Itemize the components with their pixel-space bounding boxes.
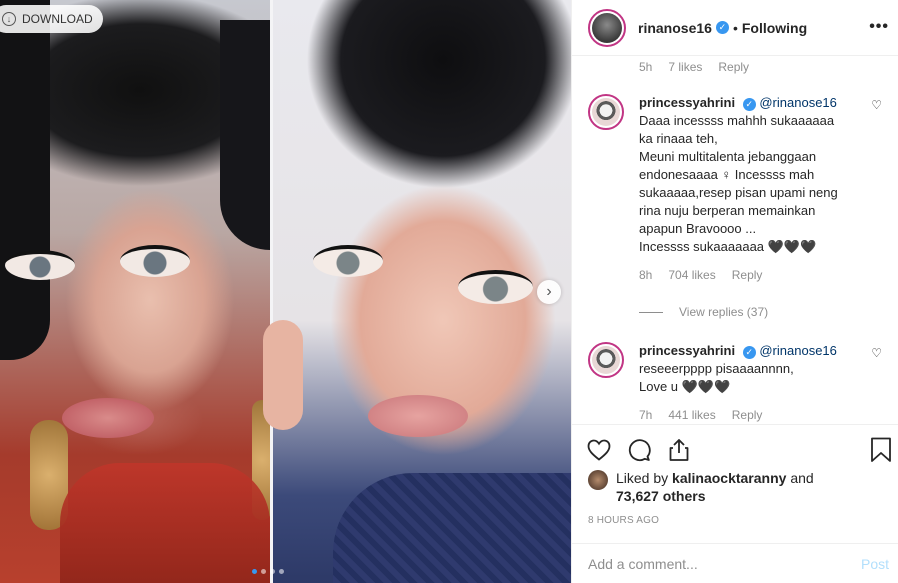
liked-by-prefix: Liked by xyxy=(616,470,669,486)
comment-text: Daaa incessss mahhh sukaaaaaa ka rinaaa … xyxy=(639,113,838,254)
lips-shape xyxy=(62,398,154,438)
eye-shape xyxy=(5,250,75,280)
dress-shape xyxy=(60,463,270,583)
comment-time: 5h xyxy=(639,60,653,74)
comment-likes[interactable]: 704 likes xyxy=(668,266,715,284)
carousel-next-button[interactable]: › xyxy=(537,280,561,304)
post-comment-button[interactable]: Post xyxy=(861,556,889,572)
commenter-avatar[interactable] xyxy=(588,94,624,130)
download-label: DOWNLOAD xyxy=(22,12,93,26)
add-comment-bar: Post xyxy=(572,543,898,583)
bookmark-icon[interactable] xyxy=(868,437,894,463)
verified-badge-icon: ✓ xyxy=(715,21,729,34)
likes-summary: Liked by kalinaocktaranny and 73,627 oth… xyxy=(588,469,814,505)
view-replies-label: View replies (37) xyxy=(679,305,769,319)
download-icon: ↓ xyxy=(2,12,16,26)
photo-right-woman xyxy=(263,0,571,583)
likes-count[interactable]: 73,627 others xyxy=(616,488,706,504)
reply-button[interactable]: Reply xyxy=(718,60,749,74)
verified-badge-icon: ✓ xyxy=(742,345,756,359)
post-header: rinanose16 ✓ • Following ••• xyxy=(572,0,898,56)
photo-left-woman xyxy=(0,0,280,583)
reply-button[interactable]: Reply xyxy=(732,406,763,424)
commenter-username[interactable]: princessyahrini xyxy=(639,343,735,358)
comment-likes[interactable]: 441 likes xyxy=(668,406,715,424)
following-button[interactable]: Following xyxy=(742,20,807,36)
comment-meta: 8h 704 likes Reply xyxy=(639,266,864,284)
commenter-username[interactable]: princessyahrini xyxy=(639,95,735,110)
lips-shape xyxy=(368,395,468,437)
hand-shape xyxy=(263,320,303,430)
liker-username[interactable]: kalinaocktaranny xyxy=(672,470,786,486)
verified-badge-icon: ✓ xyxy=(742,97,756,111)
like-comment-heart-icon[interactable]: ♡ xyxy=(871,98,882,112)
mention-link[interactable]: @rinanose16 xyxy=(759,95,837,110)
comment-meta: 5h 7 likes Reply xyxy=(639,60,749,74)
share-icon[interactable] xyxy=(666,437,692,463)
author-username[interactable]: rinanose16 xyxy=(638,20,712,36)
liker-avatar[interactable] xyxy=(588,470,608,490)
comment-text: reseeerpppp pisaaaannnn, Love u 🖤🖤🖤 xyxy=(639,361,794,394)
collar-shape xyxy=(333,473,571,583)
eye-shape xyxy=(120,245,190,277)
post-timestamp[interactable]: 8 HOURS AGO xyxy=(588,515,659,526)
like-comment-heart-icon[interactable]: ♡ xyxy=(871,346,882,360)
post-media[interactable]: ↓ DOWNLOAD › xyxy=(0,0,571,583)
reply-button[interactable]: Reply xyxy=(732,266,763,284)
carousel-dot[interactable] xyxy=(270,569,275,574)
comment-likes[interactable]: 7 likes xyxy=(668,60,702,74)
view-replies-button[interactable]: View replies (37) xyxy=(639,305,768,319)
comment-icon[interactable] xyxy=(626,437,652,463)
mention-link[interactable]: @rinanose16 xyxy=(759,343,837,358)
carousel-dots xyxy=(252,569,284,574)
comment-time: 8h xyxy=(639,268,653,282)
comment-meta: 7h 441 likes Reply xyxy=(639,406,864,424)
separator: • xyxy=(732,19,738,36)
comments-list[interactable]: 5h 7 likes Reply princessyahrini ✓ @rina… xyxy=(572,56,898,424)
carousel-dot[interactable] xyxy=(252,569,257,574)
heart-icon[interactable] xyxy=(586,437,612,463)
eye-shape xyxy=(458,270,533,304)
eye-shape xyxy=(313,245,383,277)
liked-by-and: and xyxy=(790,470,814,486)
comment-input[interactable] xyxy=(588,555,861,572)
comment-time: 7h xyxy=(639,408,653,422)
post-side-panel: rinanose16 ✓ • Following ••• 5h 7 likes … xyxy=(571,0,898,583)
replies-line xyxy=(639,311,663,313)
hair-shape xyxy=(0,0,50,360)
commenter-avatar[interactable] xyxy=(588,342,624,378)
author-avatar[interactable] xyxy=(588,8,626,47)
download-button[interactable]: ↓ DOWNLOAD xyxy=(0,5,103,33)
chevron-right-icon: › xyxy=(546,283,552,300)
carousel-dot[interactable] xyxy=(279,569,284,574)
carousel-dot[interactable] xyxy=(261,569,266,574)
post-actions-bar xyxy=(572,424,898,474)
more-options-icon[interactable]: ••• xyxy=(869,18,889,36)
